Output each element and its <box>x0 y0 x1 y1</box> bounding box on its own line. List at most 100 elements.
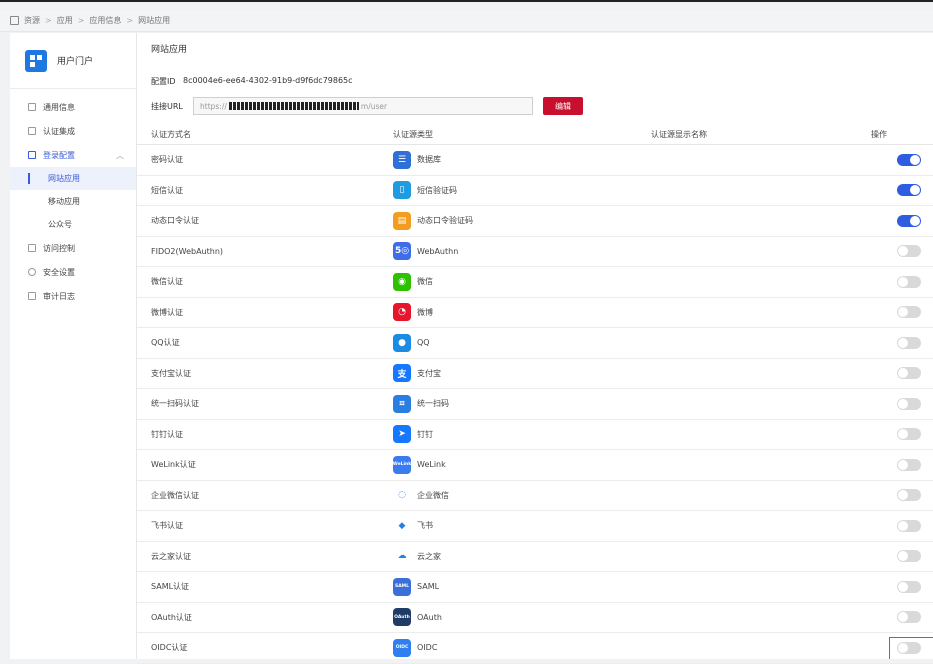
auth-method-name: 支付宝认证 <box>151 368 191 378</box>
enable-toggle[interactable] <box>897 184 921 197</box>
enable-toggle[interactable] <box>897 367 921 380</box>
auth-source: WeLink WeLink <box>393 455 446 474</box>
auth-source-label: 云之家 <box>417 551 441 561</box>
auth-source-label: OIDC <box>417 643 438 653</box>
app-logo-icon <box>25 49 47 72</box>
auth-source: SAML SAML <box>393 577 439 596</box>
auth-method-table: 密码认证 ☰ 数据库 短信认证 ▯ 短信验证码 动态口令认证 ▤ 动态口令验证码 FIDO2(We… <box>137 145 933 664</box>
enable-toggle[interactable] <box>897 428 921 441</box>
saml-icon: SAML <box>393 577 411 596</box>
breadcrumb-item[interactable]: 应用信息 <box>89 15 121 26</box>
table-row: 动态口令认证 ▤ 动态口令验证码 <box>137 206 933 237</box>
auth-method-name: FIDO2(WebAuthn) <box>151 246 224 256</box>
info-doc-icon <box>28 103 36 111</box>
enable-toggle[interactable] <box>897 458 921 471</box>
enable-toggle[interactable] <box>897 214 921 227</box>
auth-method-name: 企业微信认证 <box>151 490 199 500</box>
sidebar-item-general-info[interactable]: 通用信息 <box>10 95 136 119</box>
oauth-icon: OAuth <box>393 608 411 627</box>
sidebar-item-security[interactable]: 安全设置 <box>10 260 136 284</box>
table-row: 云之家认证 ☁ 云之家 <box>137 542 933 572</box>
sidebar-subitem-official-account[interactable]: 公众号 <box>10 213 136 236</box>
enable-toggle[interactable] <box>897 519 921 532</box>
access-icon <box>28 244 36 252</box>
sidebar-item-audit-log[interactable]: 审计日志 <box>10 284 136 308</box>
breadcrumb-item[interactable]: 资源 <box>24 15 40 26</box>
auth-source: ◔ 微博 <box>393 303 433 322</box>
enable-toggle[interactable] <box>897 336 921 349</box>
sidebar-item-access-control[interactable]: 访问控制 <box>10 236 136 260</box>
sidebar-item-label: 通用信息 <box>43 102 75 112</box>
auth-source-label: 飞书 <box>417 521 433 531</box>
database-icon: ☰ <box>393 150 411 169</box>
table-row: 密码认证 ☰ 数据库 <box>137 145 933 176</box>
enable-toggle[interactable] <box>897 306 921 319</box>
page-title: 网站应用 <box>151 45 188 55</box>
table-row: WeLink认证 WeLink WeLink <box>137 450 933 481</box>
auth-source: ⌗ 统一扫码 <box>393 394 449 413</box>
url-field[interactable]: https:// m/user <box>193 97 533 115</box>
breadcrumb-separator: > <box>77 16 85 25</box>
app-header: 用户门户 <box>10 33 136 89</box>
auth-method-name: 密码认证 <box>151 155 183 165</box>
auth-method-name: OAuth认证 <box>151 612 192 622</box>
auth-source: ➤ 钉钉 <box>393 425 433 444</box>
table-row: QQ认证 ● QQ <box>137 328 933 359</box>
auth-source-label: 统一扫码 <box>417 399 449 409</box>
enable-toggle[interactable] <box>897 611 921 624</box>
table-row: 微博认证 ◔ 微博 <box>137 298 933 328</box>
enable-toggle[interactable] <box>897 153 921 166</box>
column-header: 认证源类型 <box>393 130 433 139</box>
auth-source-label: 企业微信 <box>417 490 449 500</box>
alipay-icon: 支 <box>393 364 411 383</box>
table-row: FIDO2(WebAuthn) 5◎ WebAuthn <box>137 237 933 267</box>
enable-toggle[interactable] <box>897 550 921 563</box>
redacted-url-mask <box>228 102 359 110</box>
auth-source-label: 短信验证码 <box>417 185 457 195</box>
breadcrumb-separator: > <box>45 16 52 25</box>
auth-method-name: 钉钉认证 <box>151 429 183 439</box>
auth-source: ◌ 企业微信 <box>393 486 449 505</box>
main-panel: 网站应用 配置ID 8c0004e6-ee64-4302-91b9-d9f6dc… <box>136 33 933 664</box>
auth-source: ● QQ <box>393 333 430 352</box>
auth-source-label: 钉钉 <box>417 429 433 439</box>
enable-toggle[interactable] <box>897 275 921 288</box>
auth-source: ☰ 数据库 <box>393 150 441 169</box>
auth-method-name: 统一扫码认证 <box>151 399 199 409</box>
auth-source: ◉ 微信 <box>393 272 433 291</box>
enable-toggle[interactable] <box>897 580 921 593</box>
app-name: 用户门户 <box>57 57 94 67</box>
config-id-label: 配置ID <box>151 77 176 86</box>
sidebar-subitem-website-app[interactable]: 网站应用 <box>10 167 136 190</box>
column-header: 认证源显示名称 <box>651 130 707 139</box>
url-row: 挂接URL https:// m/user 编辑 <box>151 97 583 115</box>
table-row: SAML认证 SAML SAML <box>137 572 933 603</box>
wechat-icon: ◉ <box>393 272 411 291</box>
table-row: 微信认证 ◉ 微信 <box>137 267 933 298</box>
auth-method-name: QQ认证 <box>151 338 180 348</box>
enable-toggle[interactable] <box>897 245 921 258</box>
breadcrumb-item[interactable]: 应用 <box>57 15 73 26</box>
auth-source-label: 微信 <box>417 277 433 287</box>
enable-toggle[interactable] <box>897 489 921 502</box>
breadcrumb-current: 网站应用 <box>138 16 171 25</box>
enable-toggle[interactable] <box>897 397 921 410</box>
url-label: 挂接URL <box>151 101 183 111</box>
top-border <box>0 0 933 2</box>
url-suffix: m/user <box>360 101 388 111</box>
edit-button[interactable]: 编辑 <box>543 97 583 115</box>
column-header: 操作 <box>871 130 887 139</box>
auth-source-label: 支付宝 <box>417 368 441 378</box>
sidebar-subitem-mobile-app[interactable]: 移动应用 <box>10 190 136 213</box>
table-row: 飞书认证 ◆ 飞书 <box>137 511 933 542</box>
table-header: 认证方式名 认证源类型 认证源显示名称 操作 <box>137 125 933 145</box>
feishu-icon: ◆ <box>393 516 411 535</box>
sidebar-item-login-config[interactable]: 登录配置 ︿ <box>10 143 136 167</box>
auth-source: ◆ 飞书 <box>393 516 433 535</box>
config-id-value: 8c0004e6-ee64-4302-91b9-d9f6dc79865c <box>183 76 353 85</box>
sms-icon: ▯ <box>393 181 411 200</box>
auth-method-name: 短信认证 <box>151 185 183 195</box>
weibo-icon: ◔ <box>393 303 411 322</box>
sidebar-item-auth-integration[interactable]: 认证集成 <box>10 119 136 143</box>
welink-icon: WeLink <box>393 455 411 474</box>
